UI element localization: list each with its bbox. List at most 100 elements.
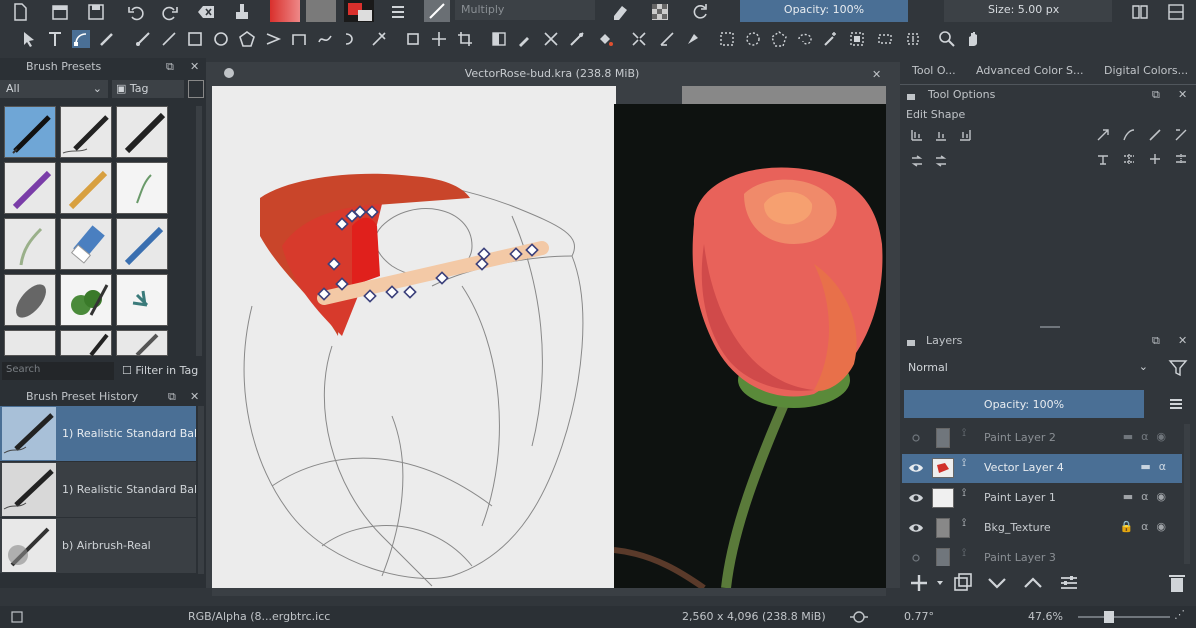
float-panel-icon[interactable]: ⧉ [166, 60, 174, 74]
history-item[interactable]: 1) Realistic Standard Bal [0, 406, 196, 461]
close-panel-icon[interactable]: ✕ [190, 390, 199, 403]
filter-in-tag-checkbox[interactable]: ☐ Filter in Tag [118, 362, 206, 380]
color-swatches[interactable] [344, 0, 374, 22]
panel-lock-icon[interactable] [904, 334, 918, 348]
layer-row[interactable]: ⟟ Paint Layer 2 ▬α◉ [902, 424, 1182, 453]
smart-patch-icon[interactable] [568, 30, 586, 48]
preset-thumbnail[interactable] [116, 106, 168, 158]
rectangle-tool-icon[interactable] [186, 30, 204, 48]
resize-grip-icon[interactable]: ⋰ [1174, 608, 1185, 621]
blend-mode-select[interactable]: Multiply [455, 0, 595, 20]
visibility-hidden-icon[interactable] [908, 550, 924, 566]
align-bottom-center-icon[interactable] [934, 128, 948, 142]
align-bottom-right-icon[interactable] [958, 128, 972, 142]
reload-preset-icon[interactable] [690, 2, 710, 22]
float-panel-icon[interactable]: ⧉ [168, 390, 176, 404]
preset-thumbnail[interactable] [4, 330, 56, 356]
reference-rose-photo[interactable] [613, 104, 886, 591]
transform-tool-icon[interactable] [404, 30, 422, 48]
view-mode-button[interactable] [188, 80, 204, 98]
pan-tool-icon[interactable] [964, 30, 982, 48]
layer-row[interactable]: ⟟ Bkg_Texture 🔒α◉ [902, 514, 1182, 543]
canvas-sketch[interactable] [212, 86, 616, 588]
rect-select-icon[interactable] [718, 30, 736, 48]
open-document-icon[interactable] [50, 2, 70, 22]
layer-row[interactable]: ⟟ Vector Layer 4 ▬α [902, 454, 1182, 483]
history-item[interactable]: b) Airbrush-Real [0, 518, 196, 573]
edit-shapes-tool-icon[interactable] [72, 30, 90, 48]
layer-properties-icon[interactable] [1058, 572, 1080, 594]
panel-lock-icon[interactable] [904, 88, 918, 102]
fill-tool-icon[interactable] [596, 30, 614, 48]
freehand-select-icon[interactable] [796, 30, 814, 48]
wrap-around-icon[interactable] [1166, 2, 1186, 22]
layer-flags-icon[interactable]: ▬α [1140, 460, 1174, 473]
calligraphy-tool-icon[interactable] [98, 30, 116, 48]
reference-tool-icon[interactable] [684, 30, 702, 48]
move-layer-up-icon[interactable] [1022, 572, 1044, 594]
save-icon[interactable] [86, 2, 106, 22]
preset-thumbnail[interactable] [60, 162, 112, 214]
close-panel-icon[interactable]: ✕ [1178, 88, 1187, 101]
magnetic-select-icon[interactable] [904, 30, 922, 48]
bezier-tool-icon[interactable] [290, 30, 308, 48]
corner-br-icon[interactable] [1174, 128, 1188, 142]
text-tool-icon[interactable] [46, 30, 64, 48]
tag-button[interactable]: ▣ Tag [112, 80, 184, 98]
select-tool-icon[interactable] [20, 30, 38, 48]
canvas-horizontal-scrollbar[interactable] [212, 588, 886, 596]
document-tab-title[interactable]: VectorRose-bud.kra (238.8 MiB) [214, 64, 890, 84]
dynamic-brush-icon[interactable] [342, 30, 360, 48]
align-bottom-left-icon[interactable] [910, 128, 924, 142]
float-panel-icon[interactable]: ⧉ [1152, 334, 1160, 348]
polyline-tool-icon[interactable] [264, 30, 282, 48]
preserve-alpha-icon[interactable] [650, 2, 670, 22]
polygon-tool-icon[interactable] [238, 30, 256, 48]
freehand-path-icon[interactable] [316, 30, 334, 48]
rotation-icon[interactable] [848, 609, 870, 625]
layer-blend-select[interactable]: Normal ⌄ [902, 358, 1156, 378]
filter-icon[interactable] [1168, 358, 1188, 378]
undo-icon[interactable] [126, 2, 146, 22]
zoom-slider-handle[interactable] [1104, 611, 1114, 623]
multibrush-tool-icon[interactable] [370, 30, 388, 48]
close-panel-icon[interactable]: ✕ [1178, 334, 1187, 347]
preset-thumbnail[interactable] [60, 330, 112, 357]
distribute-left-icon[interactable] [910, 154, 924, 168]
preset-filter-select[interactable]: All ⌄ [0, 80, 108, 98]
freehand-brush-icon[interactable] [134, 30, 152, 48]
measure-tool-icon[interactable] [658, 30, 676, 48]
mirror-horizontal-icon[interactable] [1130, 2, 1150, 22]
close-panel-icon[interactable]: ✕ [190, 60, 199, 73]
contiguous-select-icon[interactable] [822, 30, 840, 48]
crop-tool-icon[interactable] [456, 30, 474, 48]
corner-tc-icon[interactable] [1122, 128, 1136, 142]
distribute-right-icon[interactable] [934, 154, 948, 168]
layers-scrollbar[interactable] [1184, 424, 1190, 564]
colorize-mask-icon[interactable] [542, 30, 560, 48]
preset-thumbnail[interactable] [116, 274, 168, 326]
preset-thumbnail[interactable] [4, 218, 56, 270]
redo-icon[interactable] [160, 2, 180, 22]
zoom-value[interactable]: 47.6% [1028, 610, 1063, 623]
node-type-icon[interactable] [1096, 152, 1110, 166]
preset-thumbnail[interactable] [116, 218, 168, 270]
polygon-select-icon[interactable] [770, 30, 788, 48]
new-document-icon[interactable] [10, 2, 30, 22]
preset-scrollbar[interactable] [196, 106, 202, 356]
add-layer-icon[interactable] [908, 572, 930, 594]
preset-thumbnail[interactable] [4, 274, 56, 326]
add-layer-menu-icon[interactable] [934, 574, 946, 592]
preset-thumbnail[interactable] [116, 162, 168, 214]
visibility-icon[interactable] [908, 490, 924, 506]
layer-opacity-slider[interactable]: Opacity: 100% [904, 390, 1144, 418]
ellipse-select-icon[interactable] [744, 30, 762, 48]
node-symmetric-icon[interactable] [1148, 152, 1162, 166]
clear-icon[interactable] [196, 2, 216, 22]
delete-layer-icon[interactable] [1166, 572, 1188, 594]
layer-row[interactable]: ⟟ Paint Layer 3 [902, 544, 1182, 566]
preset-thumbnail[interactable] [4, 162, 56, 214]
history-scrollbar[interactable] [198, 406, 204, 574]
tab-advanced-color[interactable]: Advanced Color S... [976, 64, 1084, 82]
size-slider[interactable]: Size: 5.00 px [944, 0, 1112, 22]
